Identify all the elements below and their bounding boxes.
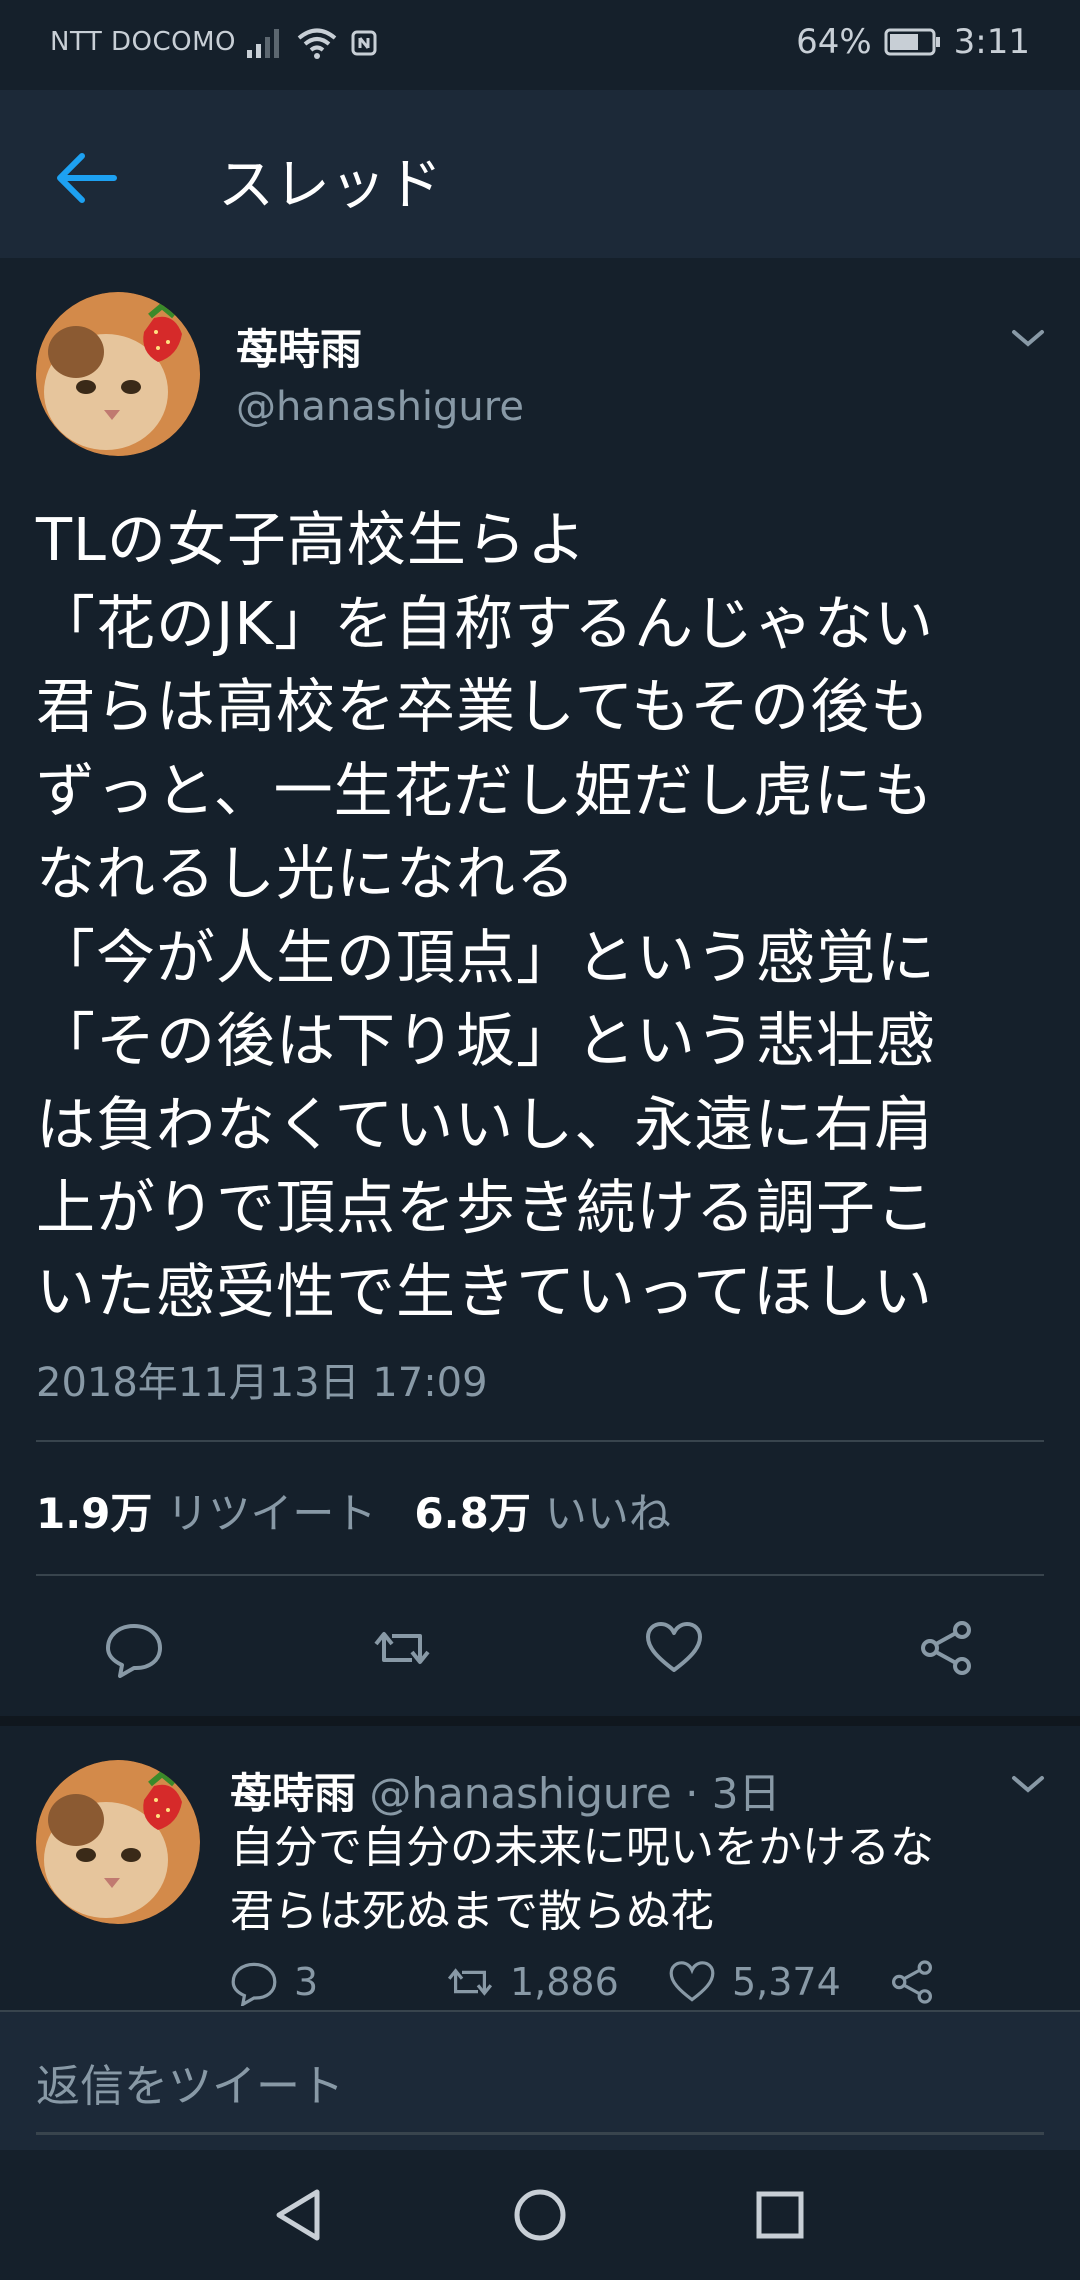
reply-count: 3: [294, 1960, 319, 2004]
divider: [36, 1440, 1044, 1442]
reply-icon[interactable]: [104, 1618, 164, 1678]
reply-icon[interactable]: [230, 1958, 278, 2006]
author-handle[interactable]: @hanashigure: [236, 384, 524, 430]
page-title: スレッド: [218, 153, 442, 218]
status-right: 64% 3:11: [796, 22, 1030, 62]
reply-avatar[interactable]: [36, 1760, 200, 1924]
reply-reply-action[interactable]: 3: [230, 1958, 318, 2006]
tweet-text: TLの女子高校生らよ 「花のJK」を自称するんじゃない 君らは高校を卒業してもそ…: [36, 505, 937, 1326]
retweet-icon[interactable]: [372, 1618, 432, 1678]
battery-percent: 64%: [796, 22, 872, 62]
retweet-count[interactable]: 1.9万: [36, 1480, 152, 1541]
clock: 3:11: [953, 22, 1030, 62]
reply-retweet-count: 1,886: [510, 1960, 619, 2004]
nav-recents-icon[interactable]: [745, 2180, 815, 2250]
tweet-stats: 1.9万 リツイート 6.8万 いいね: [36, 1480, 671, 1541]
reply-like-action[interactable]: 5,374: [668, 1958, 841, 2006]
reply-share-action[interactable]: [888, 1958, 936, 2006]
nfc-icon: [351, 30, 377, 56]
app-header: [0, 90, 1080, 258]
heart-icon[interactable]: [668, 1958, 716, 2006]
reply-header[interactable]: 苺時雨 @hanashigure · 3日: [230, 1760, 781, 1821]
heart-icon[interactable]: [644, 1618, 704, 1678]
reply-like-count: 5,374: [732, 1960, 841, 2004]
cat-avatar-image: [36, 292, 200, 456]
reply-actions: 3 1,886 5,374: [230, 1958, 1050, 2018]
avatar[interactable]: [36, 292, 200, 456]
chevron-down-icon[interactable]: [1010, 326, 1046, 350]
carrier-label: NTT DOCOMO: [50, 27, 237, 57]
status-icons: [245, 26, 379, 60]
share-icon[interactable]: [916, 1618, 976, 1678]
reply-author-name[interactable]: 苺時雨: [230, 1769, 356, 1818]
reply-compose-input[interactable]: 返信をツイート: [36, 2050, 344, 2114]
cat-avatar-image: [36, 1760, 200, 1924]
battery-icon: [884, 28, 940, 56]
section-separator: [0, 1716, 1080, 1726]
like-count[interactable]: 6.8万: [414, 1480, 530, 1541]
wifi-icon: [297, 28, 337, 59]
reply-retweet-action[interactable]: 1,886: [446, 1958, 619, 2006]
back-arrow-icon[interactable]: [52, 148, 124, 208]
tweet-timestamp: 2018年11月13日 17:09: [36, 1360, 488, 1406]
reply-text: 自分で自分の未来に呪いをかけるな 君らは死ぬまで散らぬ花: [230, 1822, 934, 1937]
nav-home-icon[interactable]: [505, 2180, 575, 2250]
nav-back-icon[interactable]: [265, 2180, 335, 2250]
signal-icon: [247, 29, 279, 58]
author-name[interactable]: 苺時雨: [236, 316, 362, 377]
reply-meta: @hanashigure · 3日: [369, 1769, 781, 1818]
retweet-label[interactable]: リツイート: [166, 1480, 376, 1541]
share-icon[interactable]: [888, 1958, 936, 2006]
divider: [36, 1574, 1044, 1576]
chevron-down-icon[interactable]: [1010, 1772, 1046, 1796]
like-label[interactable]: いいね: [545, 1480, 671, 1541]
retweet-icon[interactable]: [446, 1958, 494, 2006]
compose-underline: [36, 2132, 1044, 2135]
